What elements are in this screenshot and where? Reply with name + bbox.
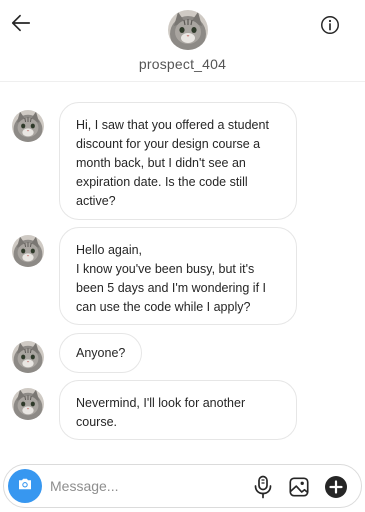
- chat-username[interactable]: prospect_404: [0, 56, 365, 72]
- chat-header: prospect_404: [0, 0, 365, 82]
- sender-avatar[interactable]: [12, 235, 44, 267]
- message-bubble[interactable]: Hello again, I know you've been busy, bu…: [59, 227, 297, 325]
- message-bubble[interactable]: Hi, I saw that you offered a student dis…: [59, 102, 297, 220]
- message-composer: [3, 464, 362, 508]
- message-row: Anyone?: [12, 333, 143, 373]
- message-row: Hi, I saw that you offered a student dis…: [12, 102, 297, 220]
- sender-avatar[interactable]: [12, 341, 44, 373]
- info-button[interactable]: [319, 14, 341, 36]
- message-row: Hello again, I know you've been busy, bu…: [12, 227, 297, 325]
- image-icon: [288, 477, 310, 502]
- message-bubble[interactable]: Anyone?: [59, 333, 143, 373]
- plus-circle-icon: [324, 476, 348, 503]
- message-input[interactable]: [50, 471, 240, 501]
- back-button[interactable]: [8, 12, 34, 38]
- message-bubble[interactable]: Nevermind, I'll look for another course.: [59, 380, 297, 440]
- arrow-left-icon: [10, 12, 32, 39]
- sender-avatar[interactable]: [12, 110, 44, 142]
- microphone-icon: [252, 475, 274, 503]
- info-circle-icon: [319, 16, 341, 40]
- message-row: Nevermind, I'll look for another course.: [12, 380, 297, 440]
- voice-message-button[interactable]: [252, 475, 274, 499]
- header-avatar[interactable]: [168, 10, 208, 50]
- camera-button[interactable]: [8, 469, 42, 503]
- sender-avatar[interactable]: [12, 388, 44, 420]
- add-button[interactable]: [324, 475, 348, 499]
- gallery-button[interactable]: [288, 476, 310, 498]
- camera-icon: [16, 475, 34, 498]
